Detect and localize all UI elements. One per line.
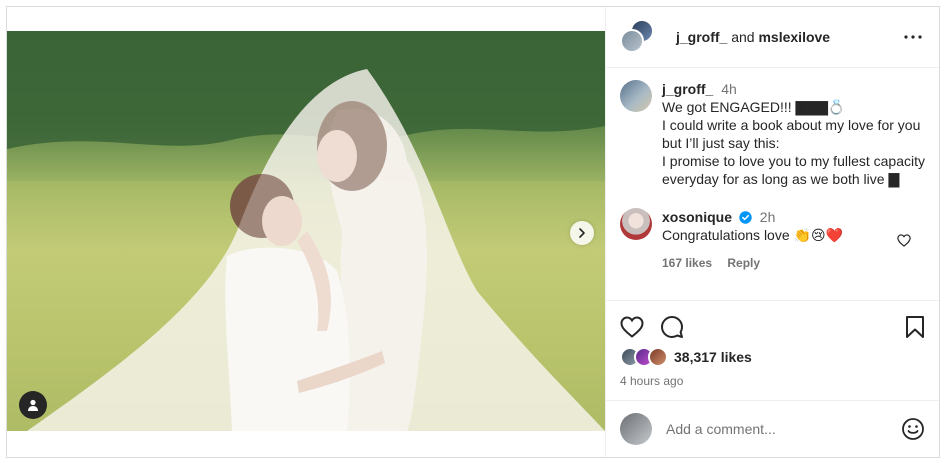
more-horizontal-icon (904, 35, 922, 39)
post-card: j_groff_ and mslexilove j_groff_ 4h We g… (6, 6, 940, 458)
avatar[interactable] (620, 80, 652, 112)
comment-username[interactable]: xosonique (662, 209, 732, 225)
comment-likes[interactable]: 167 likes (662, 256, 712, 270)
heart-icon[interactable] (620, 316, 644, 338)
verified-badge-icon (739, 211, 752, 224)
comment-time[interactable]: 2h (760, 209, 776, 225)
more-options-button[interactable] (901, 25, 925, 49)
bookmark-icon[interactable] (905, 315, 925, 339)
caption-username[interactable]: j_groff_ (662, 81, 713, 97)
comment-input[interactable] (666, 421, 901, 437)
caption-body: j_groff_ 4h We got ENGAGED!!! ▇▇▇💍 I cou… (662, 80, 925, 188)
avatar (648, 347, 668, 367)
avatar[interactable] (620, 208, 652, 240)
comment-icon[interactable] (660, 315, 684, 339)
smiley-icon[interactable] (901, 417, 925, 441)
next-image-button[interactable] (570, 221, 594, 245)
caption-time[interactable]: 4h (721, 81, 737, 97)
tagged-users-button[interactable] (19, 391, 47, 419)
post-actions: 38,317 likes 4 hours ago (606, 300, 939, 400)
author-link[interactable]: j_groff_ (676, 29, 727, 45)
post-media[interactable] (7, 7, 605, 457)
add-comment-bar (606, 400, 939, 457)
post-sidebar: j_groff_ and mslexilove j_groff_ 4h We g… (605, 7, 939, 457)
authors-joiner: and (731, 29, 755, 45)
heart-icon[interactable] (897, 234, 911, 247)
avatar (620, 413, 652, 445)
caption-line: I could write a book about my love for y… (662, 117, 921, 151)
caption: j_groff_ 4h We got ENGAGED!!! ▇▇▇💍 I cou… (620, 80, 925, 188)
post-authors: j_groff_ and mslexilove (676, 29, 901, 45)
post-timestamp[interactable]: 4 hours ago (620, 374, 925, 388)
reply-button[interactable]: Reply (727, 256, 760, 270)
post-photo[interactable] (7, 31, 605, 431)
likes-count[interactable]: 38,317 likes (674, 349, 752, 365)
list-item: xosonique 2h Congratulations love 👏😢❤️ 1… (620, 208, 925, 272)
photo-illustration (7, 31, 605, 431)
caption-line: We got ENGAGED!!! ▇▇▇💍 (662, 99, 846, 115)
post-header: j_groff_ and mslexilove (606, 7, 939, 68)
author-link[interactable]: mslexilove (758, 29, 830, 45)
avatar (620, 29, 644, 53)
comment-body: xosonique 2h Congratulations love 👏😢❤️ 1… (662, 208, 925, 272)
comments-section: j_groff_ 4h We got ENGAGED!!! ▇▇▇💍 I cou… (606, 68, 939, 300)
comment-meta: 167 likes Reply (662, 254, 925, 272)
action-icons (620, 315, 925, 339)
comment-text: Congratulations love 👏😢❤️ (662, 227, 843, 243)
collab-avatars[interactable] (620, 19, 656, 55)
user-icon (28, 399, 38, 411)
caption-line: I promise to love you to my fullest capa… (662, 153, 925, 187)
chevron-right-icon (579, 228, 585, 238)
likes-row[interactable]: 38,317 likes (620, 347, 925, 367)
